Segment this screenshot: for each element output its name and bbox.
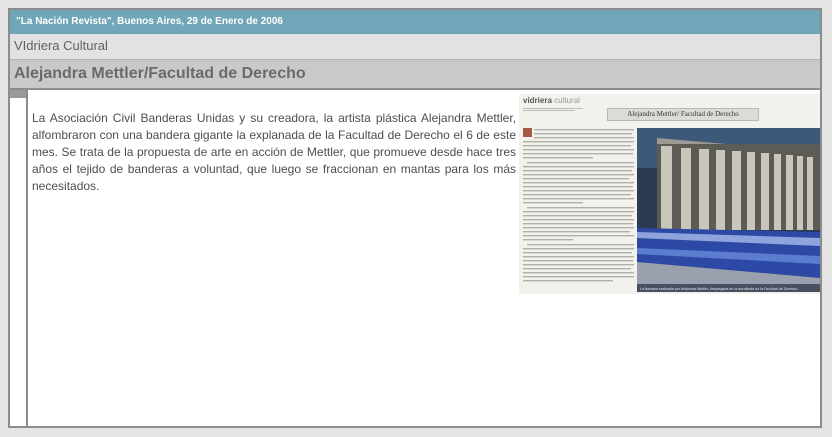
- clipping-brand-right: cultural: [554, 96, 580, 105]
- section-bar: VIdriera Cultural: [10, 34, 820, 60]
- article-title: Alejandra Mettler/Facultad de Derecho: [14, 65, 306, 82]
- clipping-meta-lines: [523, 107, 603, 112]
- newspaper-clipping-image: vidriera cultural Alejandra Mettler/ Fac…: [519, 94, 820, 294]
- source-date-text: "La Nación Revista", Buenos Aires, 29 de…: [16, 16, 283, 27]
- clipping-text-column: [523, 126, 635, 288]
- article-body: La Asociación Civil Banderas Unidas y su…: [32, 111, 516, 193]
- article-title-bar: Alejandra Mettler/Facultad de Derecho: [10, 60, 820, 90]
- photo-caption: La bandera realizada por Alejandra Mettl…: [640, 287, 797, 291]
- clipping-headline: Alejandra Mettler/ Facultad de Derecho: [607, 108, 759, 121]
- source-date-bar: "La Nación Revista", Buenos Aires, 29 de…: [10, 10, 820, 34]
- left-column-cap: [10, 90, 26, 98]
- left-margin-column: [10, 90, 28, 426]
- clipping-brand-left: vidriera: [523, 96, 552, 105]
- section-title: VIdriera Cultural: [14, 38, 108, 53]
- faculty-building-photo: La bandera realizada por Alejandra Mettl…: [637, 128, 820, 292]
- page-frame: "La Nación Revista", Buenos Aires, 29 de…: [8, 8, 822, 428]
- clipping-text-lines: [523, 128, 634, 282]
- clipping-brand: vidriera cultural: [523, 96, 580, 105]
